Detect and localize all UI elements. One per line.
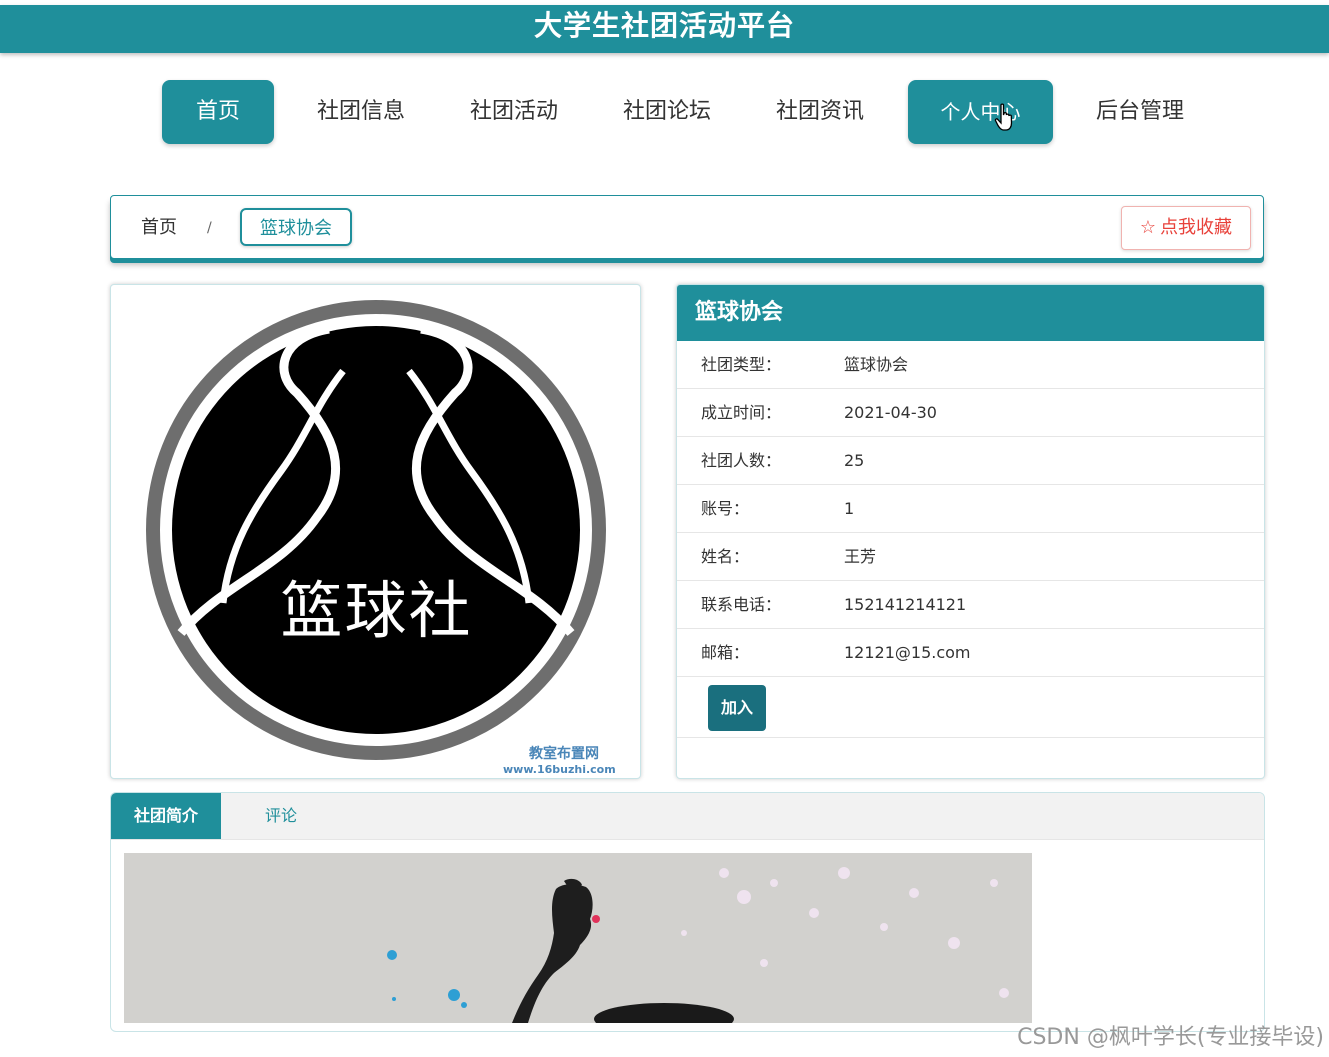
info-row-type: 社团类型： 篮球协会	[677, 341, 1264, 389]
info-value: 25	[844, 451, 865, 470]
info-label: 姓名：	[701, 547, 750, 566]
breadcrumb-current: 篮球协会	[240, 208, 352, 246]
info-value: 王芳	[844, 547, 877, 566]
image-watermark-title: 教室布置网	[529, 746, 599, 762]
info-value: 1	[844, 499, 855, 518]
divider	[677, 737, 1264, 738]
favorite-button[interactable]: ☆ 点我收藏	[1121, 206, 1251, 250]
club-intro-image	[124, 853, 1032, 1023]
nav-item-personal-center[interactable]: 个人中心	[908, 80, 1053, 144]
info-label: 成立时间：	[701, 403, 782, 422]
club-image-card: 篮球社 教室布置网 www.16buzhi.com	[110, 284, 641, 779]
info-row-name: 姓名： 王芳	[677, 533, 1264, 581]
tab-club-intro[interactable]: 社团简介	[111, 793, 221, 839]
star-outline-icon: ☆	[1139, 217, 1157, 238]
favorite-button-label: 点我收藏	[1160, 217, 1233, 238]
hand-cursor-icon	[994, 103, 1013, 131]
info-value: 篮球协会	[844, 355, 909, 374]
info-value: 2021-04-30	[844, 403, 937, 422]
logo-text: 篮球社	[280, 574, 473, 647]
info-value: 152141214121	[844, 595, 967, 614]
nav-item-club-forum[interactable]: 社团论坛	[611, 80, 723, 144]
breadcrumb-home-link[interactable]: 首页	[141, 196, 177, 260]
info-row-account: 账号： 1	[677, 485, 1264, 533]
page-watermark: CSDN @枫叶学长(专业接毕设)	[1017, 1025, 1324, 1050]
club-detail-tabs: 社团简介 评论	[110, 792, 1265, 1032]
main-nav: 首页 社团信息 社团活动 社团论坛 社团资讯 个人中心 后台管理	[0, 80, 1329, 146]
tab-comments[interactable]: 评论	[221, 793, 341, 839]
info-label: 账号：	[701, 499, 750, 518]
nav-item-home[interactable]: 首页	[162, 80, 274, 144]
info-label: 社团类型：	[701, 355, 782, 374]
info-row-members: 社团人数： 25	[677, 437, 1264, 485]
join-button[interactable]: 加入	[708, 685, 766, 731]
image-watermark-url: www.16buzhi.com	[503, 763, 616, 776]
info-value: 12121@15.com	[844, 643, 971, 662]
tab-bar: 社团简介 评论	[111, 793, 1264, 840]
breadcrumb-separator: /	[207, 220, 212, 236]
info-row-phone: 联系电话： 152141214121	[677, 581, 1264, 629]
info-label: 联系电话：	[701, 595, 782, 614]
nav-item-club-activities[interactable]: 社团活动	[458, 80, 570, 144]
nav-item-club-news[interactable]: 社团资讯	[764, 80, 876, 144]
breadcrumb: 首页 / 篮球协会 ☆ 点我收藏	[110, 195, 1264, 259]
nav-item-admin[interactable]: 后台管理	[1084, 80, 1196, 144]
info-label: 邮箱：	[701, 643, 750, 662]
club-info-card: 篮球协会 社团类型： 篮球协会 成立时间： 2021-04-30 社团人数： 2…	[676, 284, 1265, 779]
site-title: 大学生社团活动平台	[533, 9, 795, 42]
info-row-email: 邮箱： 12121@15.com	[677, 629, 1264, 677]
info-row-founded: 成立时间： 2021-04-30	[677, 389, 1264, 437]
club-name-heading: 篮球协会	[677, 285, 1264, 341]
nav-item-club-info[interactable]: 社团信息	[305, 80, 417, 144]
info-label: 社团人数：	[701, 451, 782, 470]
top-header: 大学生社团活动平台	[0, 5, 1329, 53]
basketball-logo-image	[146, 300, 606, 760]
